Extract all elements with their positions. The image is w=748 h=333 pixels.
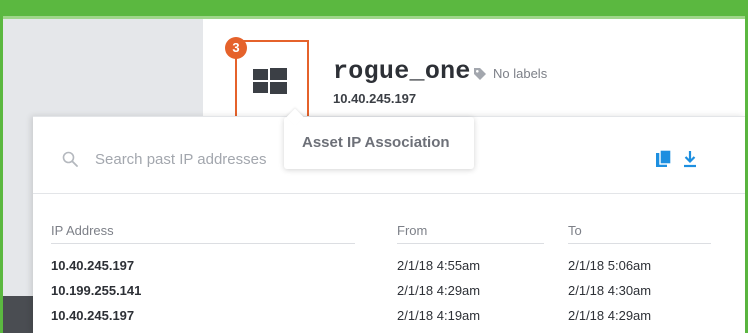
table-row-2-to: 2/1/18 4:30am [568, 283, 652, 298]
table-row-2-ip: 10.199.255.141 [51, 283, 142, 298]
copy-icon[interactable] [656, 150, 673, 168]
table-row-3-ip: 10.40.245.197 [51, 308, 135, 323]
header-underline-from [397, 243, 544, 244]
panel-divider [33, 193, 745, 194]
table-row-3-to: 2/1/18 4:29am [568, 308, 652, 323]
table-row-3-from: 2/1/18 4:19am [397, 308, 481, 323]
table-row-2-from: 2/1/18 4:29am [397, 283, 481, 298]
tooltip-text: Asset IP Association [302, 134, 450, 151]
column-header-from[interactable]: From [397, 223, 427, 238]
header-underline-ip [51, 243, 355, 244]
column-header-to[interactable]: To [568, 223, 582, 238]
header-underline-to [568, 243, 711, 244]
table-row-1-from: 2/1/18 4:55am [397, 258, 481, 273]
windows-icon [253, 68, 287, 94]
table-row-1-ip: 10.40.245.197 [51, 258, 135, 273]
labels-status[interactable]: No labels [493, 66, 547, 81]
table-row-1-to: 2/1/18 5:06am [568, 258, 652, 273]
search-icon [62, 151, 78, 167]
asset-ip-address[interactable]: 10.40.245.197 [333, 91, 416, 106]
asset-name: rogue_one [333, 57, 471, 86]
step-badge: 3 [225, 37, 247, 59]
tag-icon [474, 68, 486, 80]
download-icon[interactable] [682, 150, 698, 168]
column-header-ip[interactable]: IP Address [51, 223, 114, 238]
